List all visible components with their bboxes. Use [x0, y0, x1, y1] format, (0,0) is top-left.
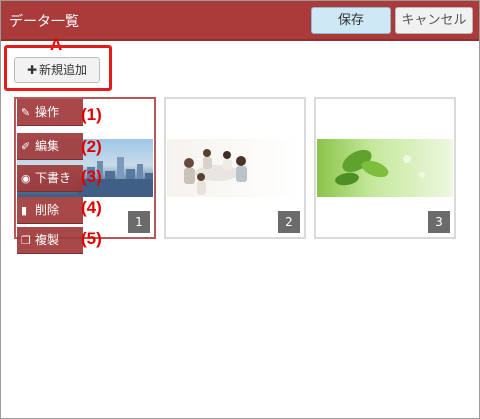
title-bar: データ一覧 保存 キャンセル [1, 1, 479, 41]
menu-item-edit[interactable]: ✐ 編集 [17, 133, 83, 160]
window-title: データ一覧 [9, 14, 79, 30]
pencil-icon: ✎ [21, 106, 31, 119]
cancel-button[interactable]: キャンセル [395, 7, 473, 34]
copy-icon: ❐ [21, 234, 31, 247]
menu-item-operation[interactable]: ✎ 操作 [17, 99, 83, 126]
trash-icon: ▮ [21, 204, 28, 217]
annotation-number-3: (3) [81, 167, 102, 186]
menu-item-label: 操作 [35, 105, 60, 119]
add-new-button[interactable]: ✚ 新規追加 [14, 57, 100, 83]
menu-item-delete[interactable]: ▮ 削除 [17, 197, 83, 224]
menu-item-duplicate[interactable]: ❐ 複製 [17, 227, 83, 254]
menu-item-label: 複製 [35, 233, 60, 247]
eye-icon: ◉ [21, 172, 31, 185]
edit-icon: ✐ [21, 140, 31, 153]
annotation-number-1: (1) [81, 105, 102, 124]
menu-item-draft[interactable]: ◉ 下書き [17, 165, 83, 192]
menu-item-label: 削除 [35, 203, 60, 217]
add-new-label: 新規追加 [39, 63, 88, 77]
data-card-2[interactable]: 2 [164, 97, 306, 239]
menu-item-label: 下書き [35, 171, 72, 185]
green-leaves-image [317, 139, 453, 197]
family-group-image [167, 139, 303, 197]
annotation-number-2: (2) [81, 137, 102, 156]
data-list-window: データ一覧 保存 キャンセル A ✚ 新規追加 1 2 3 ✎ 操作 ✐ 編集 … [0, 0, 480, 419]
card-number-badge: 1 [128, 211, 150, 233]
card-number-badge: 2 [278, 211, 300, 233]
card-number-badge: 3 [428, 211, 450, 233]
annotation-number-5: (5) [81, 229, 102, 248]
save-button[interactable]: 保存 [311, 7, 391, 34]
data-card-3[interactable]: 3 [314, 97, 456, 239]
menu-item-label: 編集 [35, 139, 60, 153]
plus-icon: ✚ [26, 63, 38, 77]
annotation-number-4: (4) [81, 198, 102, 217]
